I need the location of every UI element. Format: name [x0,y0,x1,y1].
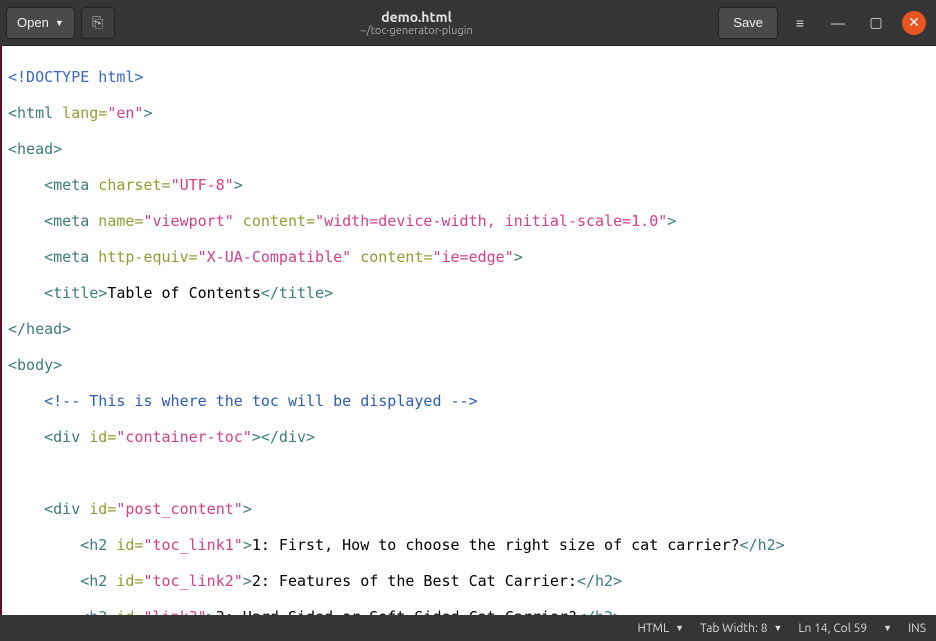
code-line: <body> [8,356,930,374]
filename-label: demo.html [381,9,452,25]
code-line: <!-- This is where the toc will be displ… [8,392,930,410]
language-selector[interactable]: HTML ▼ [638,622,685,635]
save-label: Save [733,15,763,30]
hamburger-menu-button[interactable]: ≡ [784,7,816,39]
code-line: <h2 id="toc_link1">1: First, How to choo… [8,536,930,554]
filepath-label: ~/toc-generator-plugin [360,25,472,37]
save-button[interactable]: Save [718,7,778,39]
statusbar: HTML ▼ Tab Width: 8 ▼ Ln 14, Col 59 ▼ IN… [0,615,936,641]
close-button[interactable]: ✕ [902,11,926,35]
insert-mode[interactable]: INS [908,622,926,635]
code-line [8,464,930,482]
insert-mode-selector[interactable]: ▼ [883,623,892,633]
code-line: <meta http-equiv="X-UA-Compatible" conte… [8,248,930,266]
code-line: <meta charset="UTF-8"> [8,176,930,194]
minimize-icon: — [831,15,845,31]
open-button[interactable]: Open ▼ [6,7,75,39]
close-icon: ✕ [908,14,920,31]
minimize-button[interactable]: — [822,7,854,39]
code-line: <h2 id="toc_link2">2: Features of the Be… [8,572,930,590]
title-center: demo.html ~/toc-generator-plugin [121,9,713,37]
caret-down-icon: ▼ [55,18,64,28]
code-line: <h2 id="link3">3: Hard Sided or Soft Sid… [8,608,930,615]
code-line: <title>Table of Contents</title> [8,284,930,302]
maximize-button[interactable]: ▢ [860,7,892,39]
language-label: HTML [638,622,670,635]
new-tab-icon: ⎘ [92,14,103,31]
caret-down-icon: ▼ [773,623,782,633]
caret-down-icon: ▼ [675,623,684,633]
position-label: Ln 14, Col 59 [798,622,867,635]
maximize-icon: ▢ [869,14,882,31]
code-line: <div id="container-toc"></div> [8,428,930,446]
cursor-position[interactable]: Ln 14, Col 59 [798,622,867,635]
hamburger-icon: ≡ [796,15,804,31]
editor-area[interactable]: <!DOCTYPE html> <html lang="en"> <head> … [0,46,936,615]
code-line: <!DOCTYPE html> [8,68,930,86]
code-line: <head> [8,140,930,158]
titlebar: Open ▼ ⎘ demo.html ~/toc-generator-plugi… [0,0,936,46]
mode-label: INS [908,622,926,635]
caret-down-icon: ▼ [883,623,892,633]
tabwidth-selector[interactable]: Tab Width: 8 ▼ [700,622,782,635]
code-line: </head> [8,320,930,338]
open-label: Open [17,15,49,30]
tabwidth-label: Tab Width: 8 [700,622,767,635]
code-line: <html lang="en"> [8,104,930,122]
new-tab-button[interactable]: ⎘ [81,7,115,39]
code-line: <meta name="viewport" content="width=dev… [8,212,930,230]
code-line: <div id="post_content"> [8,500,930,518]
